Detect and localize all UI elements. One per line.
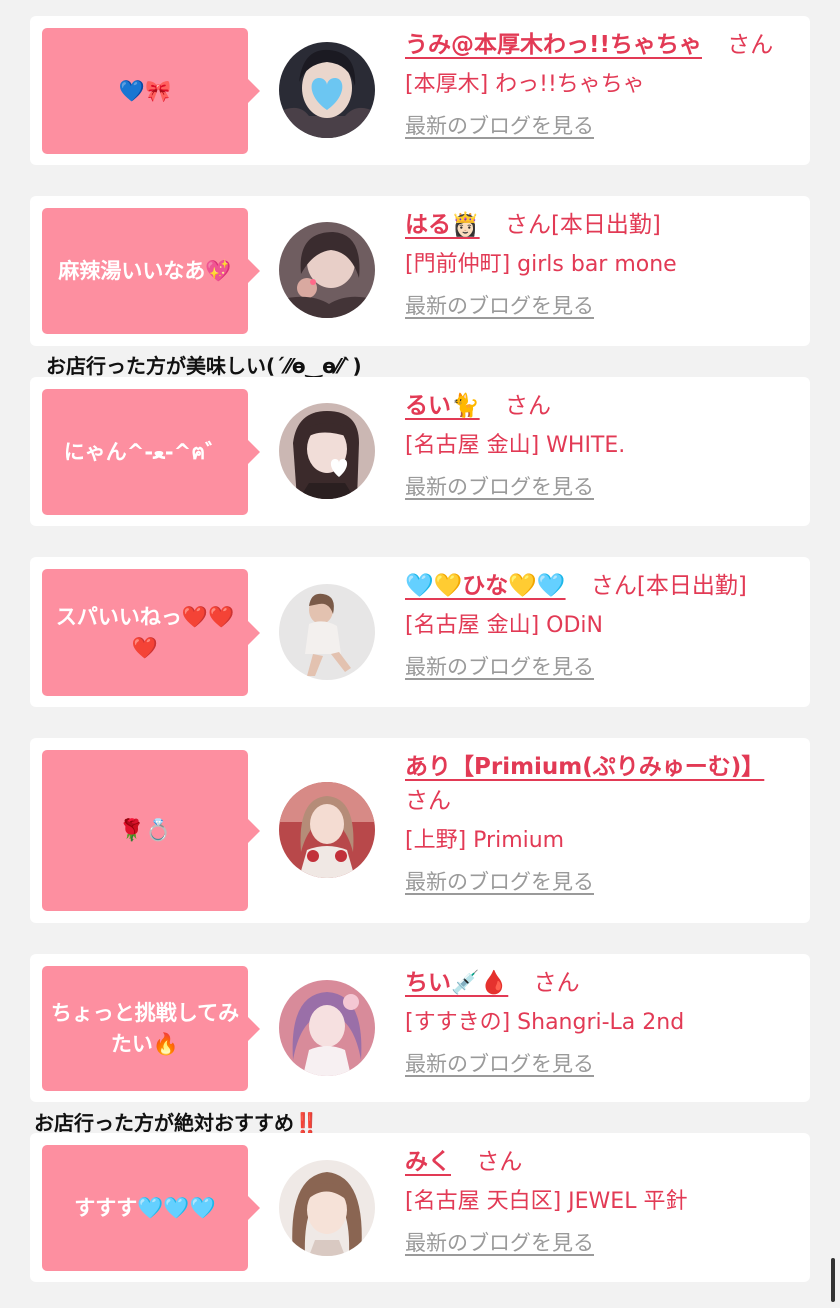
honorific-label: さん (476, 1149, 523, 1175)
avatar[interactable] (279, 584, 375, 680)
shop-label: [すすきの] Shangri-La 2nd (405, 1010, 685, 1035)
double-exclamation-icon: ‼️ (294, 1111, 319, 1135)
avatar[interactable] (279, 1160, 375, 1256)
honorific-label: さん[本日出勤] (504, 212, 661, 238)
latest-blog-link[interactable]: 最新のブログを見る (405, 473, 594, 501)
avatar[interactable] (279, 980, 375, 1076)
scrollbar[interactable] (831, 1258, 835, 1302)
honorific-label: さん (405, 788, 451, 814)
user-name-link[interactable]: るい🐈 (405, 393, 480, 419)
message-text: 🌹💍 (118, 818, 172, 842)
message-text: すすす🩵🩵🩵 (74, 1195, 216, 1220)
message-bubble: にゃん^-ﻌ-^ฅ゛ (42, 389, 260, 515)
message-text: 💙🎀 (118, 78, 172, 103)
message-bubble: ちょっと挑戦してみたい🔥 (42, 966, 260, 1091)
latest-blog-link[interactable]: 最新のブログを見る (405, 292, 594, 320)
message-bubble: 🌹💍 (42, 750, 260, 911)
user-name-link[interactable]: みく (405, 1149, 451, 1175)
message-text: スパいいねっ❤️❤️❤️ (55, 604, 235, 660)
latest-blog-link[interactable]: 最新のブログを見る (405, 868, 594, 896)
list-item: 🌹💍 あり【Primium(ぷりみゅーむ)】 さん [上野] Primium 最… (30, 738, 810, 923)
latest-blog-link[interactable]: 最新のブログを見る (405, 653, 594, 681)
list-item: 💙🎀 うみ@本厚木わっ!!ちゃちゃ さん [本厚木] わっ!!ちゃちゃ 最新のブ… (30, 16, 810, 165)
avatar[interactable] (279, 782, 375, 878)
message-bubble: 麻辣湯いいなあ💖 (42, 208, 260, 334)
user-name-link[interactable]: はる👸🏻 (405, 212, 480, 238)
message-text: 麻辣湯いいなあ💖 (58, 258, 232, 283)
latest-blog-link[interactable]: 最新のブログを見る (405, 1050, 594, 1078)
honorific-label: さん[本日出勤] (590, 573, 747, 599)
list-item: スパいいねっ❤️❤️❤️ 🩵💛ひな💛🩵 さん[本日出勤] [名古屋 金山] OD… (30, 557, 810, 707)
list-item: 麻辣湯いいなあ💖 はる👸🏻 さん[本日出勤] [門前仲町] girls bar … (30, 196, 810, 346)
message-text: ちょっと挑戦してみたい🔥 (50, 1000, 240, 1056)
user-name-link[interactable]: ちい💉🩸 (405, 970, 508, 996)
avatar[interactable] (279, 403, 375, 499)
honorific-label: さん (504, 393, 551, 419)
message-bubble: すすす🩵🩵🩵 (42, 1145, 260, 1271)
shop-label: [名古屋 金山] WHITE. (405, 433, 626, 458)
honorific-label: さん (727, 32, 774, 58)
message-bubble: 💙🎀 (42, 28, 260, 154)
message-bubble: スパいいねっ❤️❤️❤️ (42, 569, 260, 696)
message-text: にゃん^-ﻌ-^ฅ゛ (63, 439, 227, 464)
comment-note: お店行った方が美味しい(ˊ⁄⁄ɵ‿ɵ⁄⁄ˋ) (46, 354, 362, 378)
list-item: にゃん^-ﻌ-^ฅ゛ るい🐈 さん [名古屋 金山] WHITE. 最新のブログ… (30, 377, 810, 526)
blog-comment-list: 💙🎀 うみ@本厚木わっ!!ちゃちゃ さん [本厚木] わっ!!ちゃちゃ 最新のブ… (0, 0, 840, 1308)
list-item: ちょっと挑戦してみたい🔥 ちい💉🩸 さん [すすきの] Shangri-La 2… (30, 954, 810, 1102)
comment-note-text: お店行った方が絶対おすすめ (34, 1111, 294, 1135)
user-name-link[interactable]: 🩵💛ひな💛🩵 (405, 573, 566, 599)
honorific-label: さん (533, 970, 580, 996)
avatar[interactable] (279, 42, 375, 138)
latest-blog-link[interactable]: 最新のブログを見る (405, 1229, 594, 1257)
avatar[interactable] (279, 222, 375, 318)
user-name-link[interactable]: あり【Primium(ぷりみゅーむ)】 (405, 754, 764, 780)
shop-label: [名古屋 天白区] JEWEL 平針 (405, 1189, 688, 1214)
shop-label: [門前仲町] girls bar mone (405, 252, 677, 277)
shop-label: [名古屋 金山] ODiN (405, 613, 603, 638)
latest-blog-link[interactable]: 最新のブログを見る (405, 112, 594, 140)
list-item: すすす🩵🩵🩵 みく さん [名古屋 天白区] JEWEL 平針 最新のブログを見… (30, 1133, 810, 1282)
user-name-link[interactable]: うみ@本厚木わっ!!ちゃちゃ (405, 32, 702, 58)
shop-label: [本厚木] わっ!!ちゃちゃ (405, 72, 645, 97)
shop-label: [上野] Primium (405, 828, 565, 853)
